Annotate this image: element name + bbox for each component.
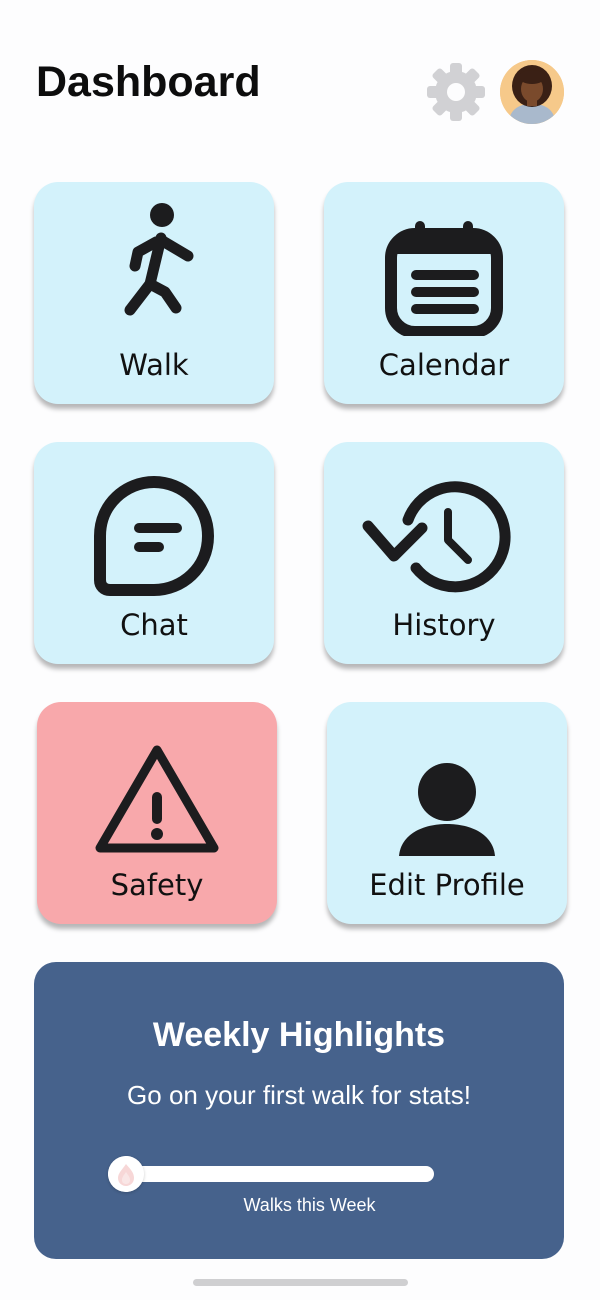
- walks-progress-caption: Walks this Week: [243, 1195, 376, 1215]
- calendar-label: Calendar: [378, 348, 510, 382]
- walks-progress-knob: [108, 1156, 144, 1192]
- walk-label: Walk: [119, 348, 189, 382]
- chat-label: Chat: [120, 608, 188, 642]
- walk-tile[interactable]: Walk: [34, 182, 274, 404]
- history-tile[interactable]: History: [324, 442, 564, 664]
- calendar-icon: [324, 196, 564, 338]
- dashboard-screen: Dashboard Walk Calendar Chat History Saf…: [0, 0, 600, 1300]
- warning-icon: [37, 716, 277, 856]
- edit-profile-tile[interactable]: Edit Profile: [327, 702, 567, 924]
- person-icon: [327, 716, 567, 856]
- history-label: History: [392, 608, 496, 642]
- edit-profile-label: Edit Profile: [369, 868, 525, 902]
- history-icon: [324, 456, 564, 596]
- walks-progress-track: [108, 1166, 434, 1182]
- page-title: Dashboard: [36, 58, 261, 106]
- gear-icon[interactable]: [424, 60, 488, 124]
- avatar[interactable]: [500, 60, 564, 124]
- calendar-tile[interactable]: Calendar: [324, 182, 564, 404]
- chat-tile[interactable]: Chat: [34, 442, 274, 664]
- chat-icon: [34, 456, 274, 596]
- home-indicator[interactable]: [193, 1279, 408, 1286]
- walk-icon: [34, 196, 274, 336]
- weekly-highlights-card: Weekly Highlights Go on your first walk …: [34, 962, 564, 1259]
- safety-tile[interactable]: Safety: [37, 702, 277, 924]
- safety-label: Safety: [110, 868, 204, 902]
- weekly-highlights-title: Weekly Highlights: [152, 1016, 446, 1054]
- weekly-highlights-subtitle: Go on your first walk for stats!: [127, 1080, 471, 1110]
